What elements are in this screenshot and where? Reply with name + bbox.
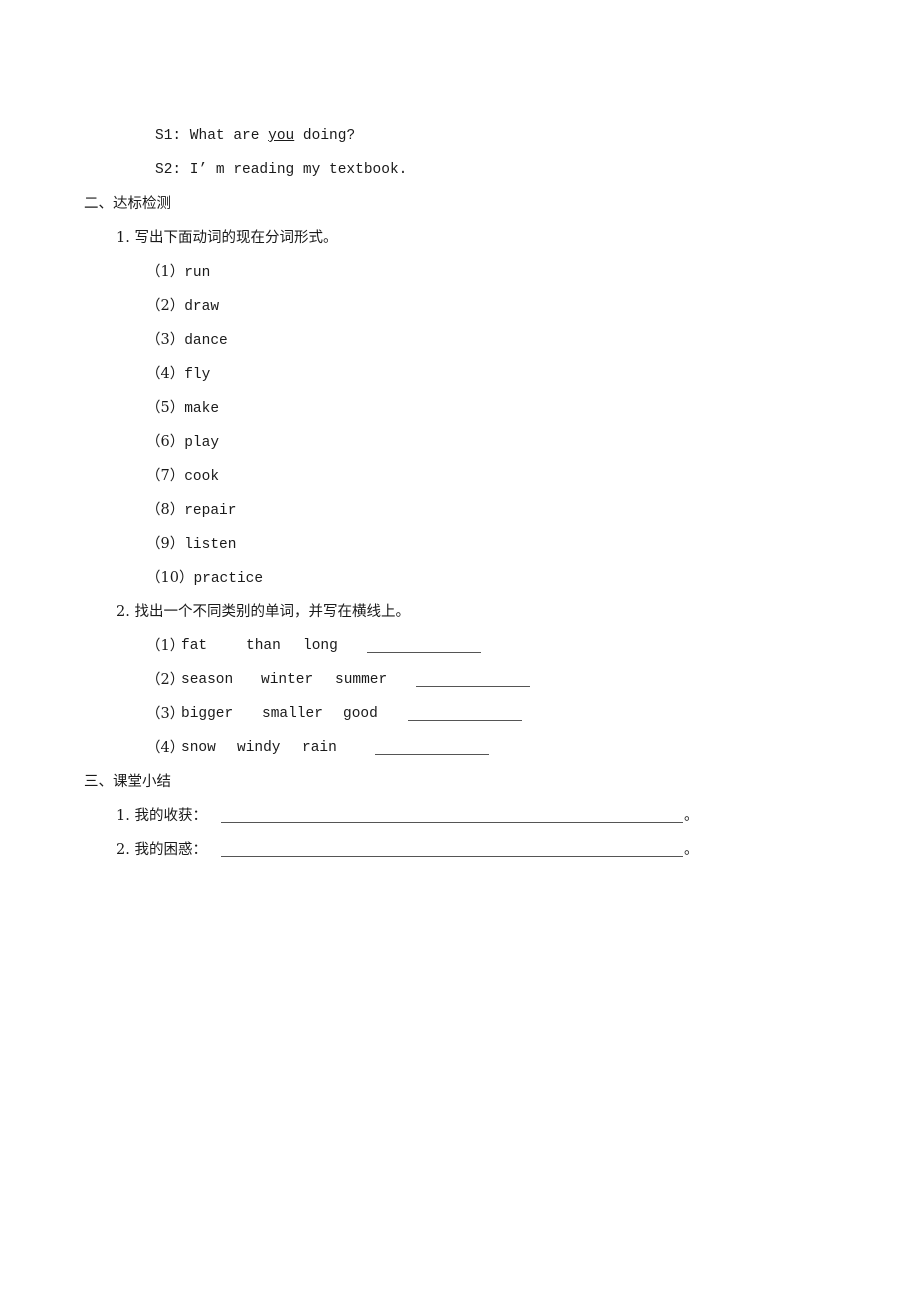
- item-word: fat: [181, 638, 208, 654]
- item-word: than: [246, 638, 281, 654]
- list-item: （1）run: [146, 262, 210, 283]
- item-number: （4）: [146, 740, 185, 756]
- answer-blank[interactable]: [367, 652, 481, 653]
- item-word: practice: [193, 571, 264, 587]
- item-number: （10）: [146, 570, 194, 586]
- summary-end-mark: 。: [684, 808, 699, 824]
- s1-underlined-word: you: [268, 128, 295, 144]
- item-word: listen: [184, 537, 237, 553]
- dialogue-line-s1: S1: What are you doing?: [155, 126, 355, 146]
- item-word: windy: [237, 740, 281, 756]
- item-word: good: [343, 706, 378, 722]
- summary-end-mark: 。: [684, 842, 699, 858]
- item-word: play: [184, 435, 220, 451]
- summary-label: 2. 我的困惑：: [116, 842, 207, 858]
- item-word: dance: [184, 333, 228, 349]
- section2-heading: 二、达标检测: [84, 196, 171, 212]
- item-number: （3）: [146, 332, 185, 348]
- item-word: rain: [302, 740, 337, 756]
- item-number: （1）: [146, 264, 185, 280]
- answer-blank[interactable]: [375, 754, 489, 755]
- summary-answer-blank[interactable]: [221, 822, 683, 823]
- list-item: （6）play: [146, 432, 219, 453]
- item-word: winter: [261, 672, 314, 688]
- s1-suffix: doing?: [294, 128, 356, 144]
- list-item: （9）listen: [146, 534, 236, 555]
- answer-blank[interactable]: [408, 720, 522, 721]
- s1-prefix: S1: What are: [155, 128, 269, 144]
- item-word: snow: [181, 740, 216, 756]
- item-word: smaller: [262, 706, 323, 722]
- item-number: （2）: [146, 672, 185, 688]
- list-item: （10）practice: [146, 568, 263, 589]
- dialogue-line-s2: S2: I’ m reading my textbook.: [155, 162, 408, 178]
- item-number: （7）: [146, 468, 185, 484]
- item-word: bigger: [181, 706, 234, 722]
- item-number: （4）: [146, 366, 185, 382]
- list-item: （3）dance: [146, 330, 228, 351]
- list-item: （2）draw: [146, 296, 219, 317]
- summary-answer-blank[interactable]: [221, 856, 683, 857]
- list-item: （5）make: [146, 398, 219, 419]
- item-word: season: [181, 672, 234, 688]
- item-word: make: [184, 401, 220, 417]
- list-item: （4）fly: [146, 364, 210, 385]
- q2-title: 2. 找出一个不同类别的单词，并写在横线上。: [116, 604, 410, 620]
- item-word: run: [184, 265, 211, 281]
- item-number: （3）: [146, 706, 185, 722]
- list-item: （7）cook: [146, 466, 219, 487]
- item-word: draw: [184, 299, 220, 315]
- item-number: （5）: [146, 400, 185, 416]
- item-word: cook: [184, 469, 220, 485]
- item-number: （9）: [146, 536, 185, 552]
- item-word: repair: [184, 503, 237, 519]
- answer-blank[interactable]: [416, 686, 530, 687]
- summary-label: 1. 我的收获：: [116, 808, 207, 824]
- section3-heading: 三、课堂小结: [84, 774, 171, 790]
- item-word: long: [303, 638, 338, 654]
- item-word: fly: [184, 367, 211, 383]
- item-number: （6）: [146, 434, 185, 450]
- list-item: （8）repair: [146, 500, 236, 521]
- q1-title: 1. 写出下面动词的现在分词形式。: [116, 230, 338, 246]
- item-number: （2）: [146, 298, 185, 314]
- item-number: （1）: [146, 638, 185, 654]
- item-word: summer: [335, 672, 388, 688]
- item-number: （8）: [146, 502, 185, 518]
